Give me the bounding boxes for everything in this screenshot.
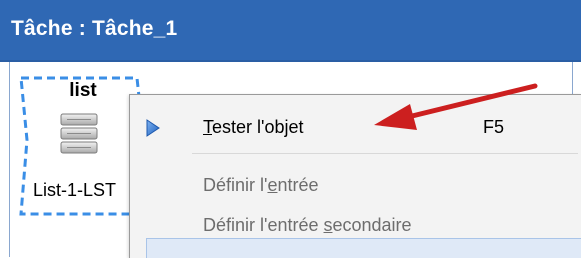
task-window: Tâche : Tâche_1 list List-1-LST Tester l… <box>0 0 581 258</box>
red-pointer-arrow-icon <box>374 83 538 130</box>
